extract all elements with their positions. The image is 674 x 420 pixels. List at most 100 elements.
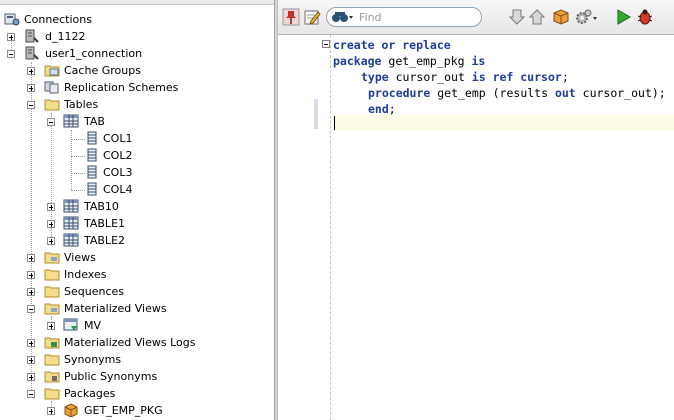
column-icon [87,182,97,196]
tree-node-col2[interactable]: COL2 [0,147,270,164]
code-text[interactable]: create or replace package get_emp_pkg is t… [333,37,666,117]
tree-label-tables: Tables [64,98,99,111]
find-box[interactable] [326,7,482,27]
tree-node-packages[interactable]: Packages [0,385,270,402]
edit-icon[interactable] [303,8,321,26]
tree-node-table2[interactable]: TABLE2 [0,232,270,249]
column-icon [87,165,97,179]
tree-node-table1[interactable]: TABLE1 [0,215,270,232]
tree-label-connections: Connections [24,13,92,26]
tree-node-indexes[interactable]: Indexes [0,266,270,283]
tree-label-user1_connection: user1_connection [45,47,143,60]
column-icon [87,131,97,145]
tree-node-replication-schemes[interactable]: Replication Schemes [0,79,270,96]
tree-node-get_emp_pkg[interactable]: GET_EMP_PKG [0,402,270,419]
tree-label-indexes: Indexes [64,268,107,281]
materialized-view-icon [63,318,78,331]
find-input[interactable] [359,9,477,25]
tree-node-d_1122[interactable]: d_1122 [0,28,270,45]
folder-icon [44,388,60,400]
table-icon [63,233,79,247]
tree-node-public-synonyms[interactable]: Public Synonyms [0,368,270,385]
tree-node-tab10[interactable]: TAB10 [0,198,270,215]
connections-navigator: Connections d_1122 user1_connection Cach… [0,0,274,420]
tree-node-synonyms[interactable]: Synonyms [0,351,270,368]
collapse-toggle[interactable] [47,118,55,126]
tree-node-col3[interactable]: COL3 [0,164,270,181]
find-next-icon[interactable] [508,8,526,26]
tree-label-cache-groups: Cache Groups [64,64,141,77]
tree-node-cache-groups[interactable]: Cache Groups [0,62,270,79]
tree-label-views: Views [64,251,96,264]
tree-node-tables[interactable]: Tables [0,96,270,113]
pin-icon[interactable] [282,8,300,26]
tree-node-user1_connection[interactable]: user1_connection [0,45,270,62]
expand-toggle[interactable] [27,254,35,262]
package-icon[interactable] [552,8,570,26]
find-previous-icon[interactable] [528,8,546,26]
cache-groups-folder-icon [44,65,60,77]
folder-icon [44,269,60,281]
expand-toggle[interactable] [47,322,55,330]
expand-toggle[interactable] [47,220,55,228]
tree-node-materialized-views-logs[interactable]: Materialized Views Logs [0,334,270,351]
tree-node-tab[interactable]: TAB [0,113,270,130]
gear-icon[interactable] [574,8,598,26]
package-icon [64,403,78,417]
code-line: end; [368,102,396,116]
collapse-toggle[interactable] [27,390,35,398]
expand-toggle[interactable] [27,373,35,381]
tree-node-views[interactable]: Views [0,249,270,266]
tree-label-col4: COL4 [103,183,133,196]
tree-label-mv: MV [84,319,102,332]
table-icon [63,114,79,128]
expand-toggle[interactable] [27,356,35,364]
expand-toggle[interactable] [47,203,55,211]
editor-toolbar [278,0,674,35]
expand-toggle[interactable] [27,271,35,279]
folder-icon [44,99,60,111]
tree-label-synonyms: Synonyms [64,353,122,366]
tree-node-materialized-views[interactable]: Materialized Views [0,300,270,317]
navigator-toolbar-strip [0,0,274,5]
current-line-highlight [333,115,674,131]
code-line: procedure get_emp (results out cursor_ou… [368,86,666,100]
table-icon [63,199,79,213]
tree-label-public-synonyms: Public Synonyms [64,370,158,383]
tree-label-col2: COL2 [103,149,133,162]
expand-toggle[interactable] [27,84,35,92]
expand-toggle[interactable] [27,339,35,347]
collapse-toggle[interactable] [27,305,35,313]
change-marker [314,99,318,129]
code-line: type cursor_out is ref cursor; [361,70,569,84]
tree-label-tab10: TAB10 [84,200,119,213]
debug-icon[interactable] [636,8,654,26]
code-editor-pane: create or replace package get_emp_pkg is t… [278,0,674,420]
collapse-toggle[interactable] [27,101,35,109]
folder-icon [44,371,60,383]
tree-label-col3: COL3 [103,166,133,179]
tree-label-sequences: Sequences [64,285,124,298]
tree-label-table1: TABLE1 [84,217,126,230]
tree-node-sequences[interactable]: Sequences [0,283,270,300]
fold-toggle[interactable] [322,40,330,48]
expand-toggle[interactable] [27,67,35,75]
run-icon[interactable] [614,8,632,26]
expand-toggle[interactable] [27,288,35,296]
tree-label-materialized-views-logs: Materialized Views Logs [64,336,196,349]
tree-label-col1: COL1 [103,132,133,145]
tree-node-connections[interactable]: Connections [0,11,270,28]
text-caret [334,116,335,130]
tree-node-col4[interactable]: COL4 [0,181,270,198]
line-gutter [278,35,318,420]
table-icon [63,216,79,230]
database-connection-icon [25,46,39,60]
binoculars-icon[interactable] [331,10,355,24]
expand-toggle[interactable] [47,237,55,245]
tree-node-col1[interactable]: COL1 [0,130,270,147]
expand-toggle[interactable] [7,33,15,41]
collapse-toggle[interactable] [7,50,15,58]
tree-label-d_1122: d_1122 [45,30,86,43]
expand-toggle[interactable] [47,407,55,415]
tree-node-mv[interactable]: MV [0,317,270,334]
